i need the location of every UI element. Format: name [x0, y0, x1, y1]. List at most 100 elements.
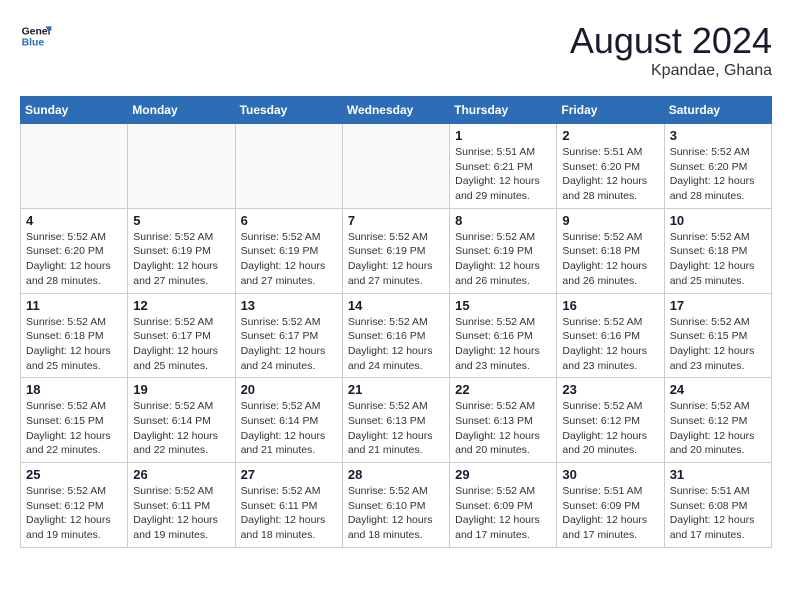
day-number: 23	[562, 382, 658, 397]
day-number: 26	[133, 467, 229, 482]
day-number: 14	[348, 298, 444, 313]
day-info: Sunrise: 5:52 AMSunset: 6:12 PMDaylight:…	[26, 484, 122, 543]
day-info: Sunrise: 5:52 AMSunset: 6:09 PMDaylight:…	[455, 484, 551, 543]
calendar-cell: 18Sunrise: 5:52 AMSunset: 6:15 PMDayligh…	[21, 378, 128, 463]
calendar-header-row: SundayMondayTuesdayWednesdayThursdayFrid…	[21, 97, 772, 124]
day-info: Sunrise: 5:52 AMSunset: 6:16 PMDaylight:…	[562, 315, 658, 374]
day-number: 10	[670, 213, 766, 228]
calendar-cell: 22 Sunrise: 5:52 AMSunset: 6:13 PMDayligh…	[450, 378, 557, 463]
calendar-cell: 12 Sunrise: 5:52 AMSunset: 6:17 PMDayligh…	[128, 293, 235, 378]
day-number: 29	[455, 467, 551, 482]
day-info: Sunrise: 5:52 AMSunset: 6:18 PMDaylight:…	[562, 230, 658, 289]
calendar-cell: 2Sunrise: 5:51 AMSunset: 6:20 PMDaylight…	[557, 124, 664, 209]
calendar-cell: 9 Sunrise: 5:52 AMSunset: 6:18 PMDaylight…	[557, 208, 664, 293]
day-info: Sunrise: 5:52 AMSunset: 6:20 PMDaylight:…	[26, 230, 122, 289]
day-info: Sunrise: 5:52 AMSunset: 6:16 PMDaylight:…	[455, 315, 551, 374]
day-info: Sunrise: 5:52 AMSunset: 6:13 PMDaylight:…	[455, 399, 551, 458]
day-number: 19	[133, 382, 229, 397]
day-info: Sunrise: 5:52 AMSunset: 6:19 PMDaylight:…	[133, 230, 229, 289]
day-number: 31	[670, 467, 766, 482]
calendar-cell: 24 Sunrise: 5:52 AMSunset: 6:12 PMDayligh…	[664, 378, 771, 463]
day-info: Sunrise: 5:51 AMSunset: 6:21 PMDaylight:…	[455, 145, 551, 204]
day-number: 28	[348, 467, 444, 482]
calendar-header-sunday: Sunday	[21, 97, 128, 124]
day-info: Sunrise: 5:52 AMSunset: 6:13 PMDaylight:…	[348, 399, 444, 458]
day-number: 2	[562, 128, 658, 143]
calendar-cell: 30Sunrise: 5:51 AMSunset: 6:09 PMDayligh…	[557, 463, 664, 548]
calendar-header-saturday: Saturday	[664, 97, 771, 124]
calendar-header-wednesday: Wednesday	[342, 97, 449, 124]
calendar-cell: 20 Sunrise: 5:52 AMSunset: 6:14 PMDayligh…	[235, 378, 342, 463]
calendar-cell	[235, 124, 342, 209]
calendar-cell	[128, 124, 235, 209]
day-number: 21	[348, 382, 444, 397]
day-number: 27	[241, 467, 337, 482]
calendar-header-thursday: Thursday	[450, 97, 557, 124]
day-number: 3	[670, 128, 766, 143]
day-info: Sunrise: 5:52 AMSunset: 6:10 PMDaylight:…	[348, 484, 444, 543]
title-block: August 2024 Kpandae, Ghana	[570, 20, 772, 80]
calendar-cell: 13 Sunrise: 5:52 AMSunset: 6:17 PMDayligh…	[235, 293, 342, 378]
day-info: Sunrise: 5:52 AMSunset: 6:11 PMDaylight:…	[241, 484, 337, 543]
calendar-cell	[342, 124, 449, 209]
calendar-cell: 3 Sunrise: 5:52 AMSunset: 6:20 PMDaylight…	[664, 124, 771, 209]
page-header: General Blue August 2024 Kpandae, Ghana	[20, 20, 772, 80]
day-info: Sunrise: 5:52 AMSunset: 6:19 PMDaylight:…	[348, 230, 444, 289]
day-info: Sunrise: 5:52 AMSunset: 6:17 PMDaylight:…	[133, 315, 229, 374]
day-number: 24	[670, 382, 766, 397]
calendar-cell: 1 Sunrise: 5:51 AMSunset: 6:21 PMDaylight…	[450, 124, 557, 209]
calendar-cell: 4 Sunrise: 5:52 AMSunset: 6:20 PMDaylight…	[21, 208, 128, 293]
svg-text:Blue: Blue	[22, 38, 45, 49]
calendar-cell: 6 Sunrise: 5:52 AMSunset: 6:19 PMDaylight…	[235, 208, 342, 293]
calendar-cell: 26 Sunrise: 5:52 AMSunset: 6:11 PMDayligh…	[128, 463, 235, 548]
day-info: Sunrise: 5:52 AMSunset: 6:20 PMDaylight:…	[670, 145, 766, 204]
logo-icon: General Blue	[20, 20, 52, 52]
day-info: Sunrise: 5:52 AMSunset: 6:18 PMDaylight:…	[670, 230, 766, 289]
day-info: Sunrise: 5:52 AMSunset: 6:12 PMDaylight:…	[562, 399, 658, 458]
calendar-week-row: 11 Sunrise: 5:52 AMSunset: 6:18 PMDayligh…	[21, 293, 772, 378]
calendar-cell: 16Sunrise: 5:52 AMSunset: 6:16 PMDayligh…	[557, 293, 664, 378]
day-number: 11	[26, 298, 122, 313]
calendar-cell: 28 Sunrise: 5:52 AMSunset: 6:10 PMDayligh…	[342, 463, 449, 548]
calendar-cell: 19 Sunrise: 5:52 AMSunset: 6:14 PMDayligh…	[128, 378, 235, 463]
day-number: 17	[670, 298, 766, 313]
day-number: 5	[133, 213, 229, 228]
calendar-week-row: 4 Sunrise: 5:52 AMSunset: 6:20 PMDaylight…	[21, 208, 772, 293]
calendar-cell: 5 Sunrise: 5:52 AMSunset: 6:19 PMDaylight…	[128, 208, 235, 293]
day-info: Sunrise: 5:52 AMSunset: 6:17 PMDaylight:…	[241, 315, 337, 374]
day-number: 12	[133, 298, 229, 313]
day-number: 4	[26, 213, 122, 228]
day-info: Sunrise: 5:52 AMSunset: 6:16 PMDaylight:…	[348, 315, 444, 374]
calendar-header-friday: Friday	[557, 97, 664, 124]
day-number: 30	[562, 467, 658, 482]
day-number: 22	[455, 382, 551, 397]
calendar-cell: 31 Sunrise: 5:51 AMSunset: 6:08 PMDayligh…	[664, 463, 771, 548]
calendar-table: SundayMondayTuesdayWednesdayThursdayFrid…	[20, 96, 772, 548]
calendar-cell	[21, 124, 128, 209]
calendar-week-row: 25 Sunrise: 5:52 AMSunset: 6:12 PMDayligh…	[21, 463, 772, 548]
day-number: 20	[241, 382, 337, 397]
day-number: 25	[26, 467, 122, 482]
day-info: Sunrise: 5:51 AMSunset: 6:08 PMDaylight:…	[670, 484, 766, 543]
day-number: 7	[348, 213, 444, 228]
calendar-cell: 29 Sunrise: 5:52 AMSunset: 6:09 PMDayligh…	[450, 463, 557, 548]
day-info: Sunrise: 5:52 AMSunset: 6:15 PMDaylight:…	[26, 399, 122, 458]
day-info: Sunrise: 5:52 AMSunset: 6:15 PMDaylight:…	[670, 315, 766, 374]
day-info: Sunrise: 5:52 AMSunset: 6:11 PMDaylight:…	[133, 484, 229, 543]
calendar-cell: 27 Sunrise: 5:52 AMSunset: 6:11 PMDayligh…	[235, 463, 342, 548]
day-info: Sunrise: 5:52 AMSunset: 6:12 PMDaylight:…	[670, 399, 766, 458]
day-info: Sunrise: 5:52 AMSunset: 6:14 PMDaylight:…	[241, 399, 337, 458]
day-number: 6	[241, 213, 337, 228]
day-info: Sunrise: 5:52 AMSunset: 6:14 PMDaylight:…	[133, 399, 229, 458]
calendar-header-monday: Monday	[128, 97, 235, 124]
calendar-cell: 14 Sunrise: 5:52 AMSunset: 6:16 PMDayligh…	[342, 293, 449, 378]
calendar-week-row: 1 Sunrise: 5:51 AMSunset: 6:21 PMDaylight…	[21, 124, 772, 209]
calendar-cell: 17 Sunrise: 5:52 AMSunset: 6:15 PMDayligh…	[664, 293, 771, 378]
day-number: 1	[455, 128, 551, 143]
day-info: Sunrise: 5:52 AMSunset: 6:18 PMDaylight:…	[26, 315, 122, 374]
day-number: 13	[241, 298, 337, 313]
day-number: 9	[562, 213, 658, 228]
month-year: August 2024	[570, 20, 772, 62]
day-info: Sunrise: 5:52 AMSunset: 6:19 PMDaylight:…	[241, 230, 337, 289]
calendar-header-tuesday: Tuesday	[235, 97, 342, 124]
